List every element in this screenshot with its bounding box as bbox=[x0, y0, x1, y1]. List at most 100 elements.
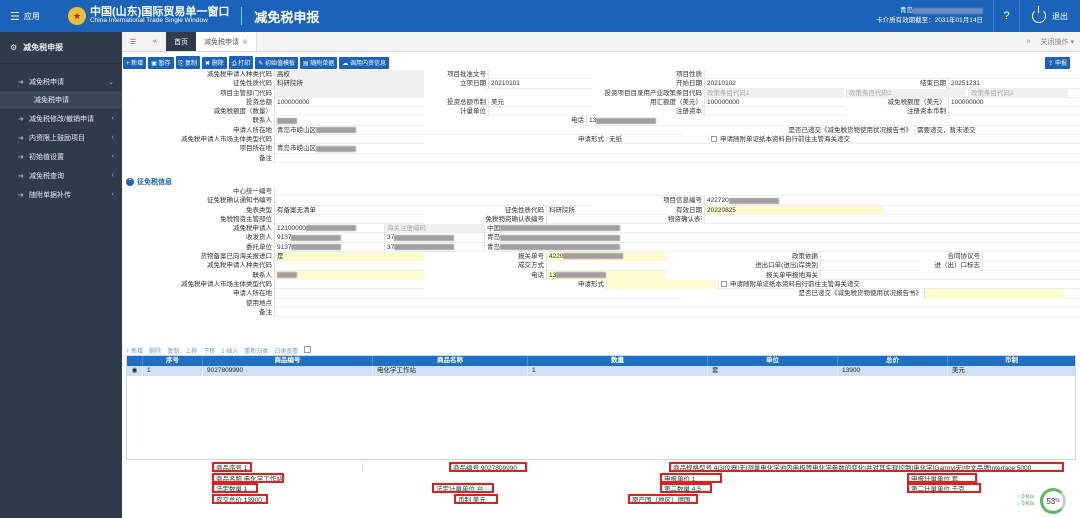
form-field[interactable] bbox=[274, 307, 1064, 318]
form-field[interactable] bbox=[274, 116, 424, 126]
form-field[interactable]: 需要递交，暂未递交 bbox=[914, 125, 1064, 136]
fetch-button[interactable]: ☁ 调用内资信息 bbox=[339, 56, 389, 69]
detail-name[interactable]: 商品名称 电化学工作站 bbox=[212, 472, 284, 483]
detail-origin[interactable]: 原产国（地区）德国 bbox=[628, 493, 698, 504]
detail-qty[interactable]: 法定数量 1 bbox=[212, 483, 258, 493]
form-field[interactable]: 青岛市崂山区 bbox=[274, 125, 494, 136]
detail-spec[interactable]: 商品规格型号 4|3|仪器|无|测量电化学池内电极等电化学参数的变化|并对其实现… bbox=[669, 462, 1064, 472]
sidebar-item-attach[interactable]: ➜ 随附单据补传 ‹ bbox=[0, 185, 122, 204]
form-field[interactable]: 422720 bbox=[704, 196, 884, 206]
form-field[interactable] bbox=[606, 279, 716, 290]
delete-button[interactable]: ✖ 删除 bbox=[202, 56, 227, 69]
help-icon[interactable]: ? bbox=[993, 0, 1019, 32]
form-field[interactable]: 100000000 bbox=[948, 97, 1068, 108]
form-field[interactable] bbox=[704, 107, 844, 117]
close-icon[interactable]: ⊗ bbox=[242, 38, 248, 46]
form-field[interactable]: 美元 bbox=[488, 97, 588, 108]
attach-button[interactable]: ▤ 随附单据 bbox=[299, 56, 338, 69]
form-field[interactable]: 科研院所 bbox=[274, 79, 424, 89]
form-field[interactable] bbox=[488, 70, 588, 80]
form-field[interactable]: 37 bbox=[384, 233, 484, 243]
form-field[interactable]: 青岛市崂山区 bbox=[274, 144, 494, 154]
form-field[interactable]: 青岛 bbox=[484, 233, 734, 243]
detail-qty2[interactable]: 第二数量 4.5 bbox=[660, 483, 712, 493]
form-field[interactable] bbox=[274, 279, 424, 290]
print-button[interactable]: ⎙ 打印 bbox=[228, 56, 254, 69]
form-field[interactable]: 政策条目代码3 bbox=[968, 88, 1068, 98]
form-field[interactable] bbox=[274, 196, 574, 206]
form-field[interactable] bbox=[274, 214, 424, 225]
form-field[interactable] bbox=[274, 187, 1064, 197]
detail-unit[interactable]: 法定计量单位 台 bbox=[432, 483, 494, 493]
sidebar-item-modify[interactable]: ➜ 减免税修改/撤销申请 ‹ bbox=[0, 109, 122, 128]
double-left-icon[interactable]: « bbox=[144, 38, 166, 45]
sidebar-subitem-apply[interactable]: 减免税申请 bbox=[0, 91, 122, 109]
form-field[interactable]: 科研院所 bbox=[546, 205, 666, 215]
form-field[interactable] bbox=[704, 214, 884, 225]
app-menu-button[interactable]: ☰ 应用 bbox=[0, 10, 48, 23]
form-field[interactable]: 100000000 bbox=[704, 97, 844, 108]
form-field[interactable] bbox=[274, 107, 424, 117]
section-header[interactable]: ⌃ 征免税信息 bbox=[126, 177, 172, 187]
form-field[interactable] bbox=[546, 214, 666, 225]
form-field[interactable]: 无纸 bbox=[606, 135, 706, 145]
form-field[interactable]: 20210101 bbox=[488, 79, 588, 89]
form-field[interactable]: 20251231 bbox=[948, 79, 1068, 89]
form-field[interactable] bbox=[274, 88, 424, 98]
form-field[interactable] bbox=[924, 289, 1064, 299]
detail-currency[interactable]: 币制 美元 bbox=[454, 493, 498, 504]
form-field[interactable]: 是 bbox=[274, 252, 424, 262]
form-field[interactable] bbox=[982, 252, 1068, 262]
double-right-icon[interactable]: » bbox=[1027, 38, 1031, 45]
form-field[interactable]: 4220 bbox=[546, 252, 666, 262]
declare-button[interactable]: ⇪ 申报 bbox=[1045, 56, 1070, 69]
grid-classify-view-button[interactable]: 归类查看 bbox=[274, 346, 298, 355]
detail-total[interactable]: 成交总价 13900 bbox=[212, 493, 268, 504]
detail-code[interactable]: 商品编号 9027809990 bbox=[449, 462, 527, 472]
grid-insert-button[interactable]: 1 插入 bbox=[221, 346, 238, 355]
form-field[interactable] bbox=[820, 270, 920, 280]
new-button[interactable]: + 新增 bbox=[123, 56, 147, 69]
grid-move-down-button[interactable]: 下移 bbox=[203, 346, 215, 355]
sidebar-item-domestic[interactable]: ➜ 内资限上鼓励项目 ‹ bbox=[0, 128, 122, 147]
form-field[interactable]: 20210102 bbox=[704, 79, 844, 89]
form-field[interactable]: 9137 bbox=[274, 233, 384, 243]
form-field[interactable]: 37 bbox=[384, 242, 484, 253]
form-field[interactable]: 青岛 bbox=[484, 242, 734, 253]
row-radio-icon[interactable]: ◉ bbox=[127, 366, 143, 376]
init-template-button[interactable]: ✎ 初始值模板 bbox=[255, 56, 298, 69]
grid-checkbox[interactable] bbox=[304, 346, 312, 353]
logout-button[interactable]: 退出 bbox=[1019, 0, 1080, 32]
paper-submit-checkbox[interactable]: 申请随附单证纸本资料自行前往主管海关递交 bbox=[708, 135, 908, 145]
form-field[interactable] bbox=[982, 261, 1068, 271]
grid-copy-button[interactable]: 复制 bbox=[167, 346, 179, 355]
detail-tax-unit[interactable]: 申报计量单位 套 bbox=[907, 472, 977, 483]
menu-icon[interactable]: ☰ bbox=[122, 38, 144, 46]
sidebar-header[interactable]: ⚙ 减免税申报 bbox=[0, 32, 122, 64]
form-field[interactable] bbox=[546, 261, 666, 271]
grid-reclassify-button[interactable]: 重新归类 bbox=[244, 346, 268, 355]
form-field[interactable] bbox=[948, 107, 1068, 117]
save-button[interactable]: ▣ 暂存 bbox=[148, 56, 174, 69]
form-field[interactable] bbox=[274, 261, 424, 271]
paper-submit-checkbox-2[interactable]: 申请随附单证纸本资料自行前往主管海关递交 bbox=[718, 279, 938, 290]
form-field[interactable] bbox=[274, 135, 424, 145]
form-field[interactable] bbox=[274, 289, 674, 299]
form-field[interactable]: 有备案无清单 bbox=[274, 205, 424, 215]
form-field[interactable] bbox=[274, 298, 1064, 308]
sidebar-item-init[interactable]: ➜ 初始值设置 ‹ bbox=[0, 147, 122, 166]
form-field[interactable]: 高校 bbox=[274, 70, 424, 80]
form-field[interactable]: 政策条目代码2 bbox=[846, 88, 966, 98]
form-field[interactable] bbox=[820, 261, 920, 271]
grid-move-up-button[interactable]: 上移 bbox=[185, 346, 197, 355]
form-field[interactable]: 13 bbox=[586, 116, 786, 126]
form-field[interactable] bbox=[274, 153, 1064, 163]
form-field[interactable]: 12100000 bbox=[274, 224, 384, 234]
sidebar-item-query[interactable]: ➜ 减免税查询 ‹ bbox=[0, 166, 122, 185]
form-field[interactable] bbox=[820, 252, 920, 262]
copy-button[interactable]: ⎘ 复制 bbox=[175, 56, 201, 69]
grid-delete-button[interactable]: 删除 bbox=[149, 346, 161, 355]
tab-current[interactable]: 减免税申请 ⊗ bbox=[196, 32, 257, 51]
sidebar-item-apply[interactable]: ➜ 减免税申请 ⌄ bbox=[0, 72, 122, 91]
form-field[interactable] bbox=[488, 107, 588, 117]
